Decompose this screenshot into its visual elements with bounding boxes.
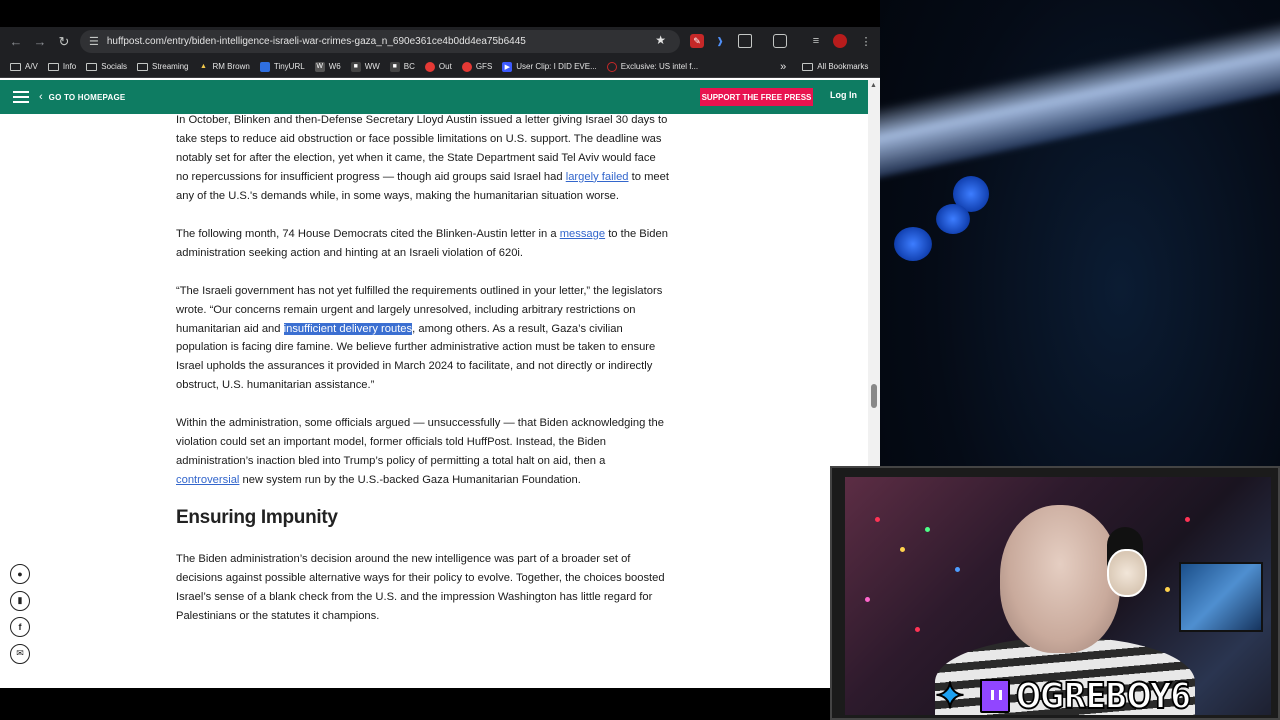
site-header: ‹ GO TO HOMEPAGE SUPPORT THE FREE PRESS …: [0, 80, 868, 114]
face-sticker: [1107, 549, 1147, 597]
url-bar[interactable]: ☰ huffpost.com/entry/biden-intelligence-…: [80, 30, 680, 53]
twitch-icon: [980, 679, 1010, 713]
screen: ← → ↻ ☰ huffpost.com/entry/biden-intelli…: [0, 0, 1280, 720]
favicon-icon: [461, 61, 472, 72]
bookmark-link[interactable]: ▶ User Clip: I DID EVE...: [502, 61, 597, 72]
favicon-icon: ▶: [502, 61, 513, 72]
bookmark-link[interactable]: W W6: [314, 61, 341, 72]
extensions-puzzle-icon[interactable]: [738, 34, 752, 48]
extension-icon[interactable]: ✎: [690, 34, 704, 48]
background-monitor: [1179, 562, 1263, 632]
folder-icon: [802, 62, 814, 71]
string-light: [955, 567, 960, 572]
back-icon[interactable]: ←: [4, 30, 28, 54]
channel-name: OGREBOY6: [1015, 675, 1192, 718]
bookmark-folder[interactable]: Info: [47, 62, 76, 71]
paragraph: The following month, 74 House Democrats …: [176, 227, 668, 259]
string-light: [925, 527, 930, 532]
bookmark-link[interactable]: Out: [424, 61, 452, 72]
folder-icon: [47, 62, 59, 71]
bookmark-folder[interactable]: Socials: [86, 62, 127, 71]
paragraph: “The Israeli government has not yet fulf…: [176, 284, 663, 392]
favicon-icon: ▲: [200, 63, 207, 70]
bookmark-link[interactable]: TinyURL: [259, 61, 305, 72]
inline-link[interactable]: controversial: [176, 474, 239, 486]
string-light: [875, 517, 880, 522]
inline-link[interactable]: largely failed: [566, 171, 629, 183]
login-button[interactable]: Log In: [830, 90, 857, 100]
goto-homepage-link[interactable]: GO TO HOMEPAGE: [49, 93, 126, 102]
share-rail: ● ▮ f ✉: [10, 564, 32, 670]
cast-icon[interactable]: [773, 34, 787, 48]
string-light: [1185, 517, 1190, 522]
favicon-icon: ■: [389, 61, 400, 72]
comment-icon[interactable]: ●: [10, 564, 30, 584]
paragraph: The Biden administration’s decision arou…: [176, 553, 665, 622]
hamburger-menu-icon[interactable]: [13, 91, 29, 103]
menu-kebab-icon[interactable]: ⋮: [859, 34, 873, 48]
scrollbar-thumb[interactable]: [871, 384, 877, 408]
blue-light: [936, 204, 970, 234]
more-bookmarks-chevron-icon[interactable]: »: [780, 61, 786, 73]
bookmark-link[interactable]: ■ WW: [350, 61, 380, 72]
chevron-left-icon[interactable]: ‹: [39, 91, 43, 103]
facebook-icon[interactable]: f: [10, 617, 30, 637]
forward-icon[interactable]: →: [28, 30, 52, 54]
media-controls-icon[interactable]: ≡: [809, 34, 823, 48]
extension-icon[interactable]: ❱: [713, 34, 727, 48]
bookmark-star-icon[interactable]: ★: [655, 33, 666, 47]
favicon-icon: ■: [350, 61, 361, 72]
paragraph: In October, Blinken and then-Defense Sec…: [176, 114, 669, 202]
string-light: [865, 597, 870, 602]
bottom-bar: [0, 688, 830, 720]
favicon-icon: [259, 61, 270, 72]
url-text[interactable]: huffpost.com/entry/biden-intelligence-is…: [107, 36, 526, 47]
email-icon[interactable]: ✉: [10, 643, 30, 664]
folder-icon: [86, 62, 98, 71]
favicon-icon: W: [314, 61, 325, 72]
bookmark-icon[interactable]: ▮: [10, 590, 30, 611]
twitter-bird-icon: ✦: [934, 674, 966, 717]
browser-window: ← → ↻ ☰ huffpost.com/entry/biden-intelli…: [0, 27, 880, 688]
bookmark-link[interactable]: GFS: [461, 61, 492, 72]
string-light: [900, 547, 905, 552]
string-light: [915, 627, 920, 632]
bookmark-link[interactable]: ■ BC: [389, 61, 415, 72]
all-bookmarks[interactable]: All Bookmarks: [802, 62, 868, 71]
light-beam: [880, 6, 1280, 184]
blue-light: [894, 227, 932, 261]
title-bar: [0, 0, 880, 27]
folder-icon: [10, 62, 21, 71]
bookmark-link[interactable]: Exclusive: US intel f...: [606, 61, 698, 72]
bookmark-link[interactable]: ▲ RM Brown: [199, 62, 250, 72]
scroll-up-icon[interactable]: ▲: [870, 82, 877, 89]
channel-overlay: ✦ OGREBOY6: [926, 674, 1228, 718]
article-body: In October, Blinken and then-Defense Sec…: [176, 111, 671, 645]
section-heading: Ensuring Impunity: [176, 507, 338, 529]
person-head: [1000, 505, 1120, 653]
profile-avatar-icon[interactable]: [833, 34, 847, 48]
favicon-icon: [606, 61, 617, 72]
reload-icon[interactable]: ↻: [52, 30, 76, 54]
site-info-icon[interactable]: ☰: [89, 35, 99, 48]
bookmarks-bar: A/V Info Socials Streaming ▲ RM Brown Tin…: [0, 56, 880, 78]
support-button[interactable]: SUPPORT THE FREE PRESS: [700, 88, 813, 106]
favicon-icon: [424, 61, 435, 72]
address-bar-row: ← → ↻ ☰ huffpost.com/entry/biden-intelli…: [0, 27, 880, 56]
bookmark-folder[interactable]: A/V: [10, 62, 38, 71]
string-light: [1165, 587, 1170, 592]
bookmark-folder[interactable]: Streaming: [137, 62, 189, 71]
selected-text[interactable]: insufficient delivery routes: [283, 322, 413, 335]
inline-link[interactable]: message: [560, 228, 605, 240]
folder-icon: [137, 62, 149, 71]
paragraph: Within the administration, some official…: [176, 417, 664, 487]
